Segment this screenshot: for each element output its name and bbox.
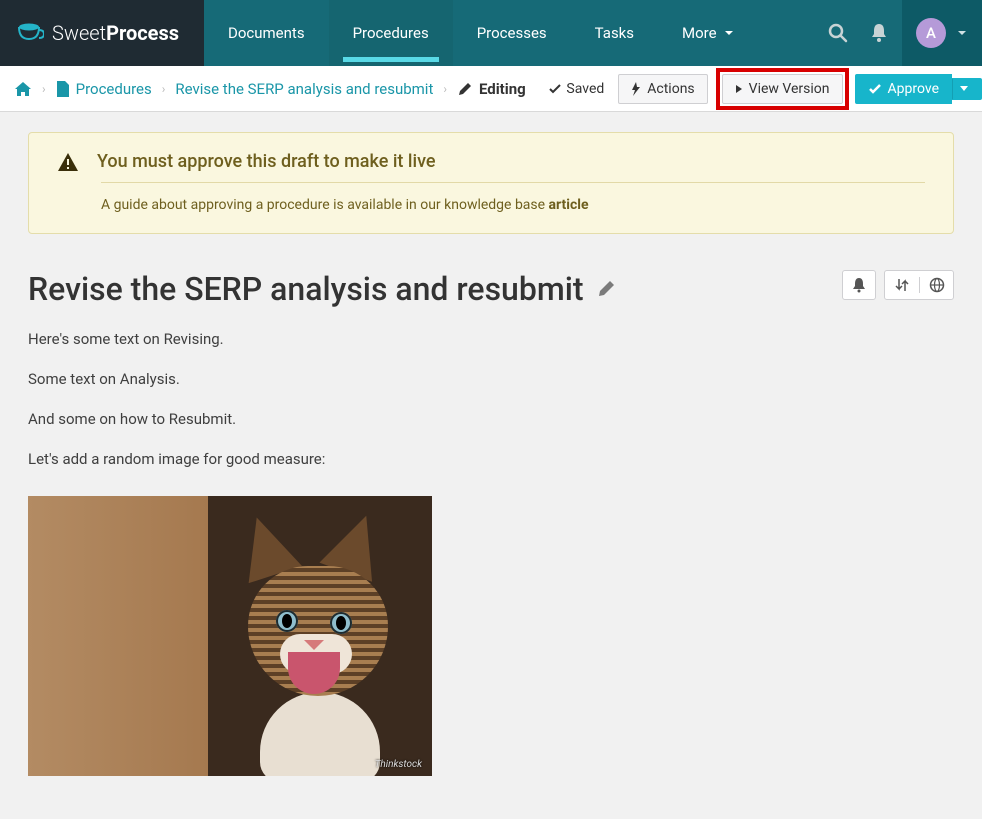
caret-right-icon <box>735 84 743 94</box>
document-icon <box>56 81 70 97</box>
nav-utility-icons <box>806 0 902 66</box>
breadcrumb-separator: › <box>443 82 447 96</box>
reorder-button[interactable] <box>885 277 919 293</box>
pencil-icon[interactable] <box>596 279 616 299</box>
brand-logo[interactable]: SweetProcess <box>0 0 204 66</box>
chevron-down-icon <box>956 27 968 39</box>
editing-label: Editing <box>479 80 526 98</box>
nav-processes[interactable]: Processes <box>453 0 571 66</box>
view-version-button[interactable]: View Version <box>722 74 843 104</box>
top-nav: SweetProcess Documents Procedures Proces… <box>0 0 982 66</box>
user-menu[interactable]: A <box>902 0 982 66</box>
body-paragraph: Here's some text on Revising. <box>28 330 954 348</box>
home-icon <box>14 81 32 97</box>
alert-body: A guide about approving a procedure is a… <box>101 197 925 213</box>
alert-heading: You must approve this draft to make it l… <box>57 151 925 172</box>
actions-button[interactable]: Actions <box>618 74 707 104</box>
body-paragraph: Some text on Analysis. <box>28 370 954 388</box>
check-icon <box>548 82 562 96</box>
nav-documents[interactable]: Documents <box>204 0 329 66</box>
alert-body-text: A guide about approving a procedure is a… <box>101 197 549 213</box>
search-icon[interactable] <box>828 23 848 43</box>
page-title-text: Revise the SERP analysis and resubmit <box>28 270 584 308</box>
warning-icon <box>57 152 79 172</box>
content-image: Thinkstock <box>28 496 432 776</box>
title-buttons-pair <box>884 270 954 300</box>
avatar: A <box>916 18 946 48</box>
approve-dropdown[interactable] <box>952 78 982 100</box>
callout-highlight: View Version <box>716 68 849 110</box>
visibility-button[interactable] <box>919 277 953 293</box>
pencil-icon <box>457 81 473 97</box>
alert-article-link[interactable]: article <box>549 197 589 213</box>
nav-more[interactable]: More <box>658 0 759 66</box>
nav-more-label: More <box>682 24 717 42</box>
procedures-crumb-label: Procedures <box>76 80 152 98</box>
title-action-group <box>842 270 954 300</box>
body-paragraph: Let's add a random image for good measur… <box>28 450 954 468</box>
nav-procedures[interactable]: Procedures <box>329 0 453 66</box>
caret-down-icon <box>959 85 969 93</box>
procedure-body: Here's some text on Revising. Some text … <box>28 330 954 468</box>
procedures-crumb[interactable]: Procedures <box>56 80 152 98</box>
editing-indicator: Editing <box>457 80 526 98</box>
approve-button[interactable]: Approve <box>855 74 952 104</box>
home-crumb[interactable] <box>14 81 32 97</box>
nav-tasks[interactable]: Tasks <box>571 0 658 66</box>
breadcrumb-separator: › <box>42 82 46 96</box>
approval-alert: You must approve this draft to make it l… <box>28 132 954 234</box>
alert-divider <box>101 182 925 183</box>
check-icon <box>868 82 882 96</box>
page-title: Revise the SERP analysis and resubmit <box>28 270 842 308</box>
title-row: Revise the SERP analysis and resubmit <box>28 270 954 308</box>
sort-icon <box>895 277 909 293</box>
globe-icon <box>929 277 945 293</box>
view-version-label: View Version <box>749 81 830 97</box>
chevron-down-icon <box>723 27 735 39</box>
body-paragraph: And some on how to Resubmit. <box>28 410 954 428</box>
subscribe-button[interactable] <box>842 270 876 300</box>
breadcrumb-bar: › Procedures › Revise the SERP analysis … <box>0 66 982 112</box>
brand-text: SweetProcess <box>52 21 179 45</box>
saved-status: Saved <box>548 81 604 97</box>
approve-label: Approve <box>888 81 939 97</box>
page-content: You must approve this draft to make it l… <box>0 112 982 796</box>
alert-title: You must approve this draft to make it l… <box>97 151 436 172</box>
nav-links: Documents Procedures Processes Tasks Mor… <box>204 0 806 66</box>
bell-icon <box>852 277 866 293</box>
image-watermark: Thinkstock <box>375 759 422 770</box>
cup-icon <box>18 22 44 44</box>
current-crumb[interactable]: Revise the SERP analysis and resubmit <box>175 80 433 98</box>
breadcrumb-separator: › <box>162 82 166 96</box>
bell-icon[interactable] <box>870 23 888 43</box>
bolt-icon <box>631 82 641 96</box>
actions-label: Actions <box>647 81 694 97</box>
saved-label: Saved <box>566 81 604 97</box>
